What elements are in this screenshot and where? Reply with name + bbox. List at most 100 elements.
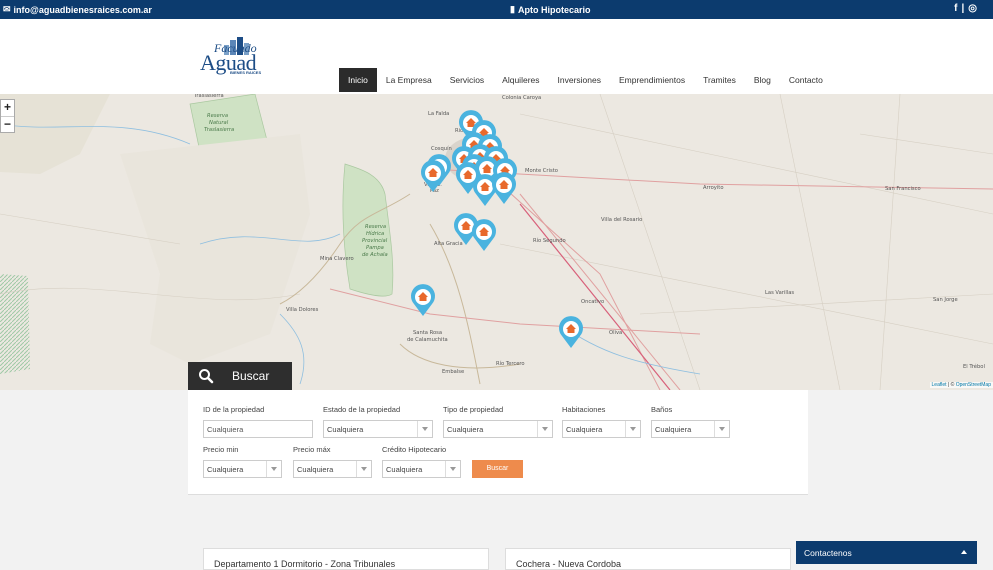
precio-max-value: Cualquiera	[297, 465, 334, 474]
property-card[interactable]: Departamento 1 Dormitorio - Zona Tribuna…	[203, 548, 489, 570]
zoom-out-button[interactable]: −	[1, 116, 14, 132]
contact-widget-label: Contactenos	[804, 548, 852, 558]
contact-widget[interactable]: Contactenos	[796, 541, 977, 564]
logo-bienes-raices: BIENES RAICES	[230, 70, 262, 75]
chevron-down-icon	[714, 421, 729, 437]
chevron-down-icon	[537, 421, 552, 437]
credito-label: Crédito Hipotecario	[382, 445, 447, 454]
svg-text:Reserva: Reserva	[207, 113, 228, 119]
nav-servicios[interactable]: Servicios	[441, 68, 493, 92]
apto-hipotecario-link[interactable]: ▮ Apto Hipotecario	[510, 4, 590, 15]
separator: |	[961, 3, 965, 14]
estado-value: Cualquiera	[327, 425, 364, 434]
main-nav: Inicio La Empresa Servicios Alquileres I…	[339, 68, 832, 92]
tipo-label: Tipo de propiedad	[443, 405, 504, 414]
svg-text:Río Segundo: Río Segundo	[533, 237, 566, 244]
nav-inversiones[interactable]: Inversiones	[549, 68, 610, 92]
id-label: ID de la propiedad	[203, 405, 265, 414]
chevron-down-icon	[356, 461, 371, 477]
banos-label: Baños	[651, 405, 673, 414]
osm-link[interactable]: OpenStreetMap	[956, 382, 991, 388]
social-links: f | ◎	[954, 3, 977, 14]
svg-text:Pampa: Pampa	[366, 245, 384, 251]
search-tab-label: Buscar	[232, 369, 270, 383]
nav-blog[interactable]: Blog	[745, 68, 780, 92]
chevron-down-icon	[417, 421, 432, 437]
nav-emprendimientos[interactable]: Emprendimientos	[610, 68, 694, 92]
svg-text:Hídrica: Hídrica	[366, 230, 384, 237]
svg-text:Villa del Rosario: Villa del Rosario	[601, 217, 642, 223]
precio-min-select[interactable]: Cualquiera	[203, 460, 282, 478]
credito-select[interactable]: Cualquiera	[382, 460, 461, 478]
chevron-down-icon	[445, 461, 460, 477]
svg-text:Cosquín: Cosquín	[431, 145, 452, 152]
nav-tramites[interactable]: Tramites	[694, 68, 745, 92]
tipo-select[interactable]: Cualquiera	[443, 420, 553, 438]
svg-text:Reserva: Reserva	[365, 224, 386, 230]
svg-text:Mina Clavero: Mina Clavero	[320, 256, 354, 262]
svg-text:San Francisco: San Francisco	[885, 186, 921, 192]
svg-text:Alta Gracia: Alta Gracia	[434, 241, 463, 247]
nav-inicio[interactable]: Inicio	[339, 68, 377, 92]
svg-text:Villa Dolores: Villa Dolores	[286, 307, 319, 313]
email-link[interactable]: ✉ info@aguadbienesraices.com.ar	[3, 4, 152, 15]
chevron-up-icon	[961, 550, 967, 554]
map-tiles: Traslasierra Reserva Natural Traslasierr…	[0, 94, 993, 390]
apto-text: Apto Hipotecario	[517, 4, 591, 15]
tipo-value: Cualquiera	[447, 425, 484, 434]
svg-text:Monte Cristo: Monte Cristo	[525, 168, 558, 174]
svg-text:Arroyito: Arroyito	[703, 185, 724, 191]
chevron-down-icon	[266, 461, 281, 477]
top-bar: ✉ info@aguadbienesraices.com.ar ▮ Apto H…	[0, 0, 993, 19]
search-form: ID de la propiedad Cualquiera Estado de …	[188, 390, 808, 495]
map-attribution: Leaflet | © OpenStreetMap	[929, 382, 993, 388]
search-tab[interactable]: Buscar	[188, 362, 292, 390]
property-card[interactable]: Cochera - Nueva Cordoba	[505, 548, 791, 570]
svg-text:Oliva: Oliva	[609, 330, 622, 336]
estado-select[interactable]: Cualquiera	[323, 420, 433, 438]
logo[interactable]: Facundo Aguad BIENES RAICES	[200, 37, 262, 79]
instagram-icon[interactable]: ◎	[968, 3, 977, 14]
facebook-icon[interactable]: f	[954, 3, 957, 14]
envelope-icon: ✉	[3, 4, 11, 14]
svg-text:Colonia Caroya: Colonia Caroya	[502, 95, 541, 101]
svg-text:Santa Rosa: Santa Rosa	[413, 330, 442, 336]
zoom-in-button[interactable]: +	[1, 100, 14, 116]
nav-la-empresa[interactable]: La Empresa	[377, 68, 441, 92]
svg-text:Provincial: Provincial	[362, 238, 388, 244]
nav-contacto[interactable]: Contacto	[780, 68, 832, 92]
svg-text:Traslasierra: Traslasierra	[204, 127, 234, 133]
habitaciones-select[interactable]: Cualquiera	[562, 420, 641, 438]
property-map[interactable]: Traslasierra Reserva Natural Traslasierr…	[0, 94, 993, 390]
buscar-button[interactable]: Buscar	[472, 460, 523, 478]
precio-min-label: Precio min	[203, 445, 239, 454]
search-icon	[199, 369, 214, 384]
email-text: info@aguadbienesraices.com.ar	[13, 4, 152, 15]
svg-text:San Jorge: San Jorge	[933, 297, 958, 303]
precio-max-label: Precio máx	[293, 445, 331, 454]
svg-text:La Falda: La Falda	[428, 111, 449, 117]
svg-text:de Achala: de Achala	[362, 252, 388, 258]
svg-text:Oncativo: Oncativo	[581, 299, 604, 305]
site-header: Facundo Aguad BIENES RAICES Inicio La Em…	[0, 19, 993, 94]
svg-text:El Trébol: El Trébol	[963, 363, 985, 370]
svg-text:Embalse: Embalse	[442, 369, 464, 375]
svg-text:Natural: Natural	[209, 120, 229, 126]
svg-text:Traslasierra: Traslasierra	[193, 94, 224, 99]
estado-label: Estado de la propiedad	[323, 405, 401, 414]
precio-min-value: Cualquiera	[207, 465, 244, 474]
id-input[interactable]: Cualquiera	[203, 420, 313, 438]
nav-alquileres[interactable]: Alquileres	[493, 68, 548, 92]
svg-text:Las Varillas: Las Varillas	[765, 290, 794, 296]
document-icon: ▮	[510, 4, 515, 14]
banos-value: Cualquiera	[655, 425, 692, 434]
svg-text:de Calamuchita: de Calamuchita	[407, 337, 448, 343]
banos-select[interactable]: Cualquiera	[651, 420, 730, 438]
precio-max-select[interactable]: Cualquiera	[293, 460, 372, 478]
zoom-control: + −	[0, 99, 15, 133]
chevron-down-icon	[625, 421, 640, 437]
svg-text:Río Tercero: Río Tercero	[496, 360, 525, 367]
attribution-separator: | ©	[946, 382, 956, 388]
habitaciones-label: Habitaciones	[562, 405, 606, 414]
leaflet-link[interactable]: Leaflet	[932, 382, 947, 388]
